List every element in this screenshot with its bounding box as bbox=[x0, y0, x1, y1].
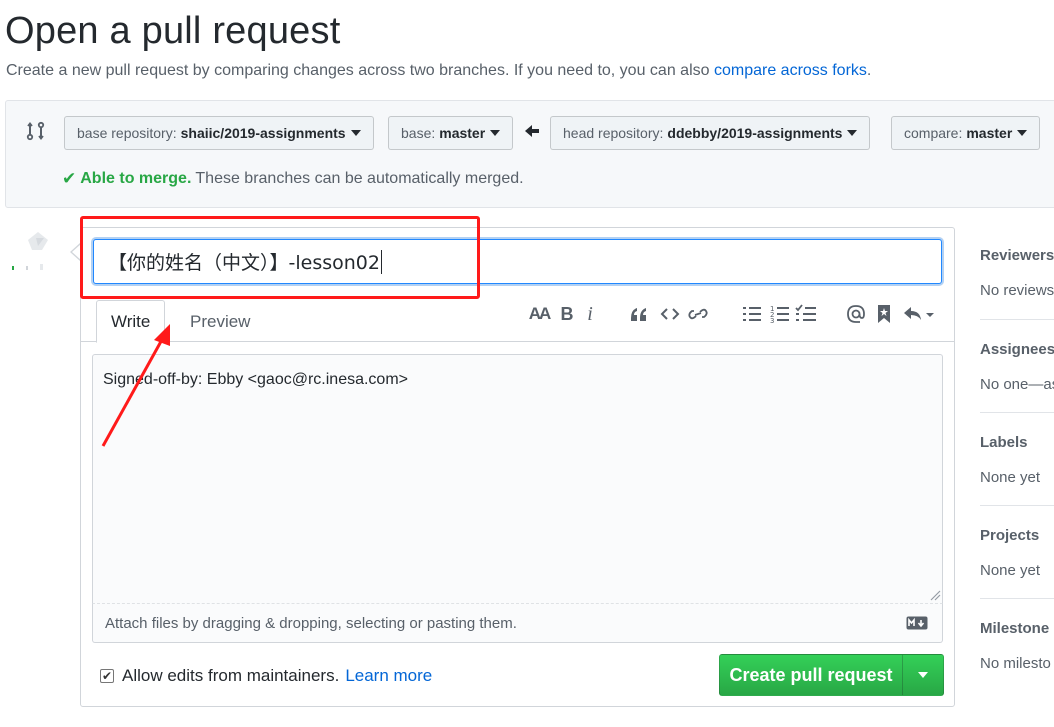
subtitle-text: Create a new pull request by comparing c… bbox=[6, 62, 710, 79]
caret-down-icon bbox=[1017, 130, 1028, 136]
sidebar-reviewers[interactable]: Reviewers No reviews bbox=[980, 247, 1054, 299]
create-pull-request-button[interactable]: Create pull request bbox=[719, 654, 903, 696]
head-repository-value: ddebby/2019-assignments bbox=[667, 125, 843, 141]
compare-branch-value: master bbox=[966, 125, 1013, 141]
sidebar-divider bbox=[980, 598, 1054, 599]
caret-down-icon bbox=[350, 130, 361, 136]
file-attach-hint: Attach files by dragging & dropping, sel… bbox=[105, 614, 517, 632]
sidebar-milestone-value: No milesto bbox=[980, 655, 1051, 672]
learn-more-link[interactable]: Learn more bbox=[345, 666, 432, 686]
sidebar-projects[interactable]: Projects None yet bbox=[980, 527, 1054, 579]
sidebar-labels[interactable]: Labels None yet bbox=[980, 434, 1054, 486]
base-repository-select[interactable]: base repository: shaiic/2019-assignments bbox=[64, 116, 374, 150]
avatar bbox=[12, 232, 48, 270]
merge-status: ✔ Able to merge. These branches can be a… bbox=[62, 169, 524, 189]
code-icon[interactable] bbox=[660, 302, 680, 326]
base-branch-value: master bbox=[439, 125, 486, 141]
form-pointer-inner bbox=[72, 244, 81, 260]
sidebar-labels-label: Labels bbox=[980, 434, 1028, 451]
pr-title-value: 【你的姓名（中文）】-lesson02 bbox=[108, 252, 380, 274]
quote-icon[interactable] bbox=[628, 302, 650, 326]
task-list-icon[interactable] bbox=[795, 302, 817, 326]
pr-title-input[interactable]: 【你的姓名（中文）】-lesson02 bbox=[93, 239, 942, 284]
resize-grip-icon[interactable] bbox=[929, 589, 941, 601]
sidebar-labels-value: None yet bbox=[980, 469, 1041, 486]
allow-edits-checkbox[interactable]: ✔ bbox=[100, 669, 114, 683]
sidebar-reviewers-value: No reviews bbox=[980, 282, 1054, 299]
unordered-list-icon[interactable] bbox=[742, 302, 762, 326]
markdown-icon[interactable] bbox=[906, 616, 928, 630]
editor-tabs: Write Preview bbox=[81, 300, 954, 343]
compare-across-forks-link[interactable]: compare across forks bbox=[714, 62, 867, 79]
sidebar-milestone[interactable]: Milestone No milesto bbox=[980, 620, 1054, 672]
sidebar-divider bbox=[980, 319, 1054, 320]
sidebar-assignees-value: No one—as bbox=[980, 376, 1054, 393]
head-repository-label: head repository: bbox=[563, 125, 664, 141]
arrow-left-icon bbox=[525, 125, 539, 137]
create-options-dropdown-button[interactable] bbox=[902, 654, 944, 696]
mention-icon[interactable] bbox=[846, 302, 866, 326]
text-cursor bbox=[380, 249, 382, 274]
ordered-list-icon[interactable]: 1 2 3 bbox=[770, 302, 790, 326]
saved-reply-icon[interactable] bbox=[876, 302, 892, 326]
merge-status-text: These branches can be automatically merg… bbox=[195, 170, 524, 187]
subtitle-end: . bbox=[866, 62, 872, 79]
sidebar-assignees[interactable]: Assignees No one—as bbox=[980, 341, 1054, 393]
page-subtitle: Create a new pull request by comparing c… bbox=[6, 62, 871, 80]
link-icon[interactable] bbox=[688, 302, 708, 326]
tab-preview[interactable]: Preview bbox=[176, 300, 264, 343]
tab-write[interactable]: Write bbox=[96, 300, 166, 343]
compare-branch-label: compare: bbox=[904, 125, 963, 141]
page-title: Open a pull request bbox=[5, 10, 341, 52]
sidebar-divider bbox=[980, 505, 1054, 506]
italic-button[interactable]: i bbox=[582, 302, 598, 326]
caret-down-icon bbox=[847, 130, 858, 136]
pr-body-textarea[interactable]: Signed-off-by: Ebby <gaoc@rc.inesa.com> bbox=[92, 354, 943, 603]
reply-icon[interactable] bbox=[902, 302, 936, 326]
merge-ok-text: Able to merge. bbox=[80, 170, 192, 187]
git-compare-icon bbox=[26, 121, 45, 141]
allow-edits-row: ✔ Allow edits from maintainers. Learn mo… bbox=[100, 666, 432, 686]
sidebar-assignees-label: Assignees bbox=[980, 341, 1054, 358]
caret-down-icon bbox=[918, 672, 928, 678]
check-icon: ✔ bbox=[62, 169, 77, 188]
svg-text:3: 3 bbox=[770, 317, 774, 325]
bold-button[interactable]: B bbox=[558, 302, 576, 326]
base-repository-value: shaiic/2019-assignments bbox=[180, 125, 346, 141]
file-attach-bar[interactable]: Attach files by dragging & dropping, sel… bbox=[92, 603, 943, 643]
base-branch-select[interactable]: base: master bbox=[388, 116, 514, 150]
base-repository-label: base repository: bbox=[77, 125, 177, 141]
sidebar-divider bbox=[980, 412, 1054, 413]
sidebar-projects-label: Projects bbox=[980, 527, 1040, 544]
base-branch-label: base: bbox=[401, 125, 436, 141]
compare-box: base repository: shaiic/2019-assignments… bbox=[5, 100, 1054, 208]
allow-edits-label: Allow edits from maintainers. bbox=[122, 666, 340, 685]
sidebar-milestone-label: Milestone bbox=[980, 620, 1050, 637]
caret-down-icon bbox=[490, 130, 501, 136]
sidebar-projects-value: None yet bbox=[980, 562, 1041, 579]
sidebar-reviewers-label: Reviewers bbox=[980, 247, 1054, 264]
head-repository-select[interactable]: head repository: ddebby/2019-assignments bbox=[550, 116, 871, 150]
heading-button[interactable]: AA bbox=[527, 302, 552, 326]
compare-branch-select[interactable]: compare: master bbox=[891, 116, 1041, 150]
